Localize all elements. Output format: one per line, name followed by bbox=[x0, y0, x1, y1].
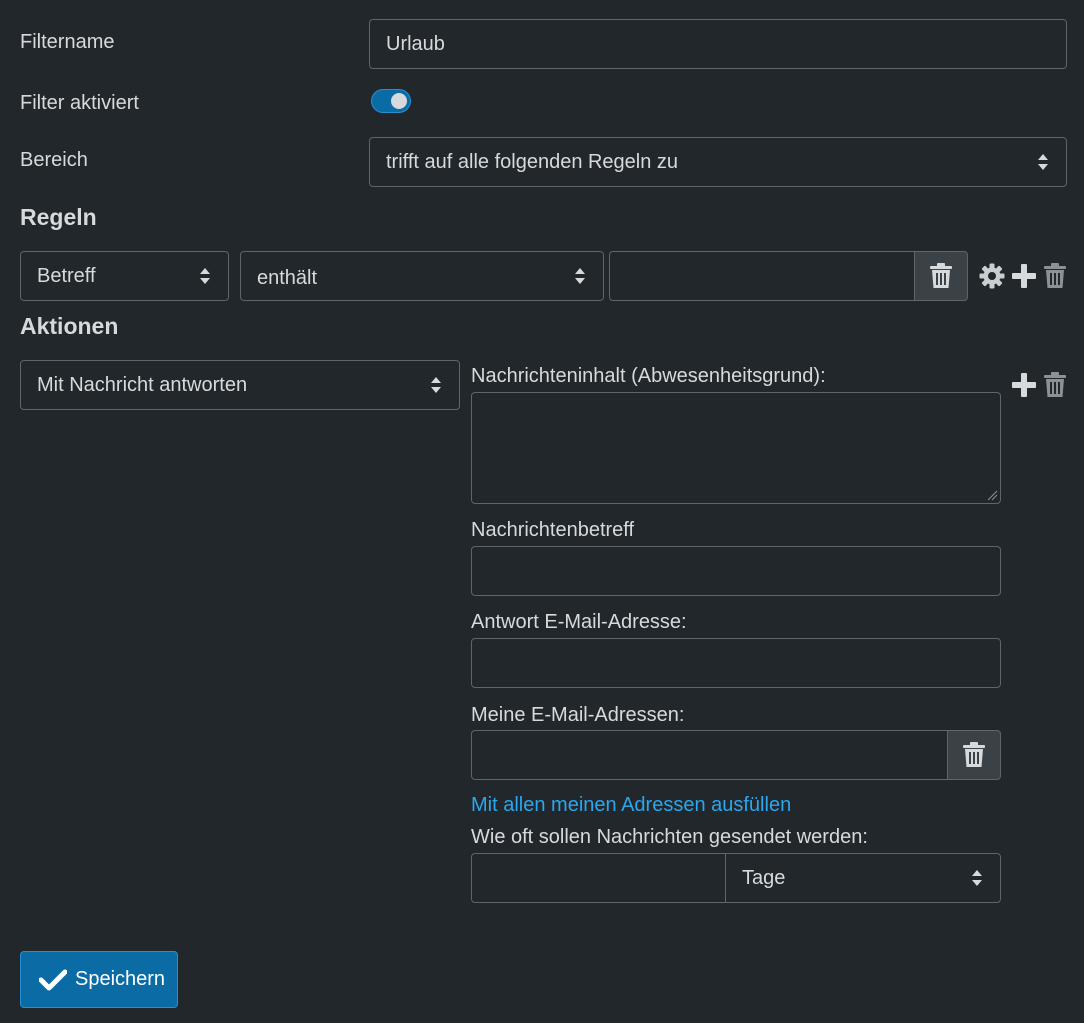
message-subject-label: Nachrichtenbetreff bbox=[471, 519, 635, 541]
actions-heading: Aktionen bbox=[20, 313, 119, 339]
trash-icon bbox=[963, 742, 985, 767]
rules-heading: Regeln bbox=[20, 204, 97, 230]
filtername-label: Filtername bbox=[20, 31, 115, 53]
frequency-input[interactable] bbox=[471, 853, 727, 903]
message-body-label: Nachrichteninhalt (Abwesenheitsgrund): bbox=[471, 365, 826, 387]
scope-select-value: trifft auf alle folgenden Regeln zu bbox=[386, 151, 679, 173]
rule-header-select[interactable]: Betreff bbox=[20, 251, 229, 301]
sort-caret-icon bbox=[200, 267, 210, 285]
toggle-knob bbox=[391, 93, 407, 109]
action-type-select[interactable]: Mit Nachricht antworten bbox=[20, 360, 460, 410]
frequency-label: Wie oft sollen Nachrichten gesendet werd… bbox=[471, 826, 868, 848]
save-button-label: Speichern bbox=[75, 968, 166, 990]
rule-advanced-gear-icon[interactable] bbox=[978, 262, 1006, 290]
my-addresses-label: Meine E-Mail-Adressen: bbox=[471, 704, 685, 726]
resize-handle-icon[interactable] bbox=[986, 489, 998, 501]
trash-icon bbox=[930, 263, 952, 288]
action-add-button[interactable] bbox=[1011, 371, 1037, 399]
fill-all-addresses-link[interactable]: Mit allen meinen Adressen ausfüllen bbox=[471, 794, 791, 817]
trash-icon bbox=[1043, 263, 1066, 288]
gear-icon bbox=[979, 263, 1005, 289]
scope-select[interactable]: trifft auf alle folgenden Regeln zu bbox=[369, 137, 1067, 187]
filter-enabled-toggle[interactable] bbox=[371, 89, 411, 113]
filtername-value: Urlaub bbox=[386, 33, 445, 55]
rule-operator-value: enthält bbox=[257, 267, 318, 289]
check-icon bbox=[39, 969, 67, 990]
sort-caret-icon bbox=[431, 376, 441, 394]
save-button[interactable]: Speichern bbox=[20, 951, 178, 1008]
frequency-unit-select[interactable]: Tage bbox=[725, 853, 1001, 903]
rule-operator-select[interactable]: enthält bbox=[240, 251, 604, 301]
my-addresses-clear-button[interactable] bbox=[947, 730, 1001, 780]
sort-caret-icon bbox=[575, 267, 585, 285]
sort-caret-icon bbox=[972, 869, 982, 887]
action-type-value: Mit Nachricht antworten bbox=[37, 374, 248, 396]
message-subject-input[interactable] bbox=[471, 546, 1001, 596]
rule-delete-button[interactable] bbox=[1042, 262, 1067, 290]
plus-icon bbox=[1012, 264, 1036, 288]
rule-header-value: Betreff bbox=[37, 265, 96, 287]
rule-add-button[interactable] bbox=[1011, 262, 1037, 290]
frequency-unit-value: Tage bbox=[742, 867, 786, 889]
message-body-textarea[interactable] bbox=[471, 392, 1001, 504]
plus-icon bbox=[1012, 373, 1036, 397]
sort-caret-icon bbox=[1038, 153, 1048, 171]
trash-icon bbox=[1043, 372, 1066, 397]
action-delete-button[interactable] bbox=[1042, 371, 1067, 399]
rule-value-input[interactable] bbox=[609, 251, 916, 301]
filtername-input[interactable]: Urlaub bbox=[369, 19, 1067, 69]
filter-enabled-label: Filter aktiviert bbox=[20, 92, 139, 114]
scope-label: Bereich bbox=[20, 149, 88, 171]
reply-address-label: Antwort E-Mail-Adresse: bbox=[471, 611, 687, 633]
rule-value-clear-button[interactable] bbox=[914, 251, 968, 301]
my-addresses-input[interactable] bbox=[471, 730, 949, 780]
reply-address-input[interactable] bbox=[471, 638, 1001, 688]
